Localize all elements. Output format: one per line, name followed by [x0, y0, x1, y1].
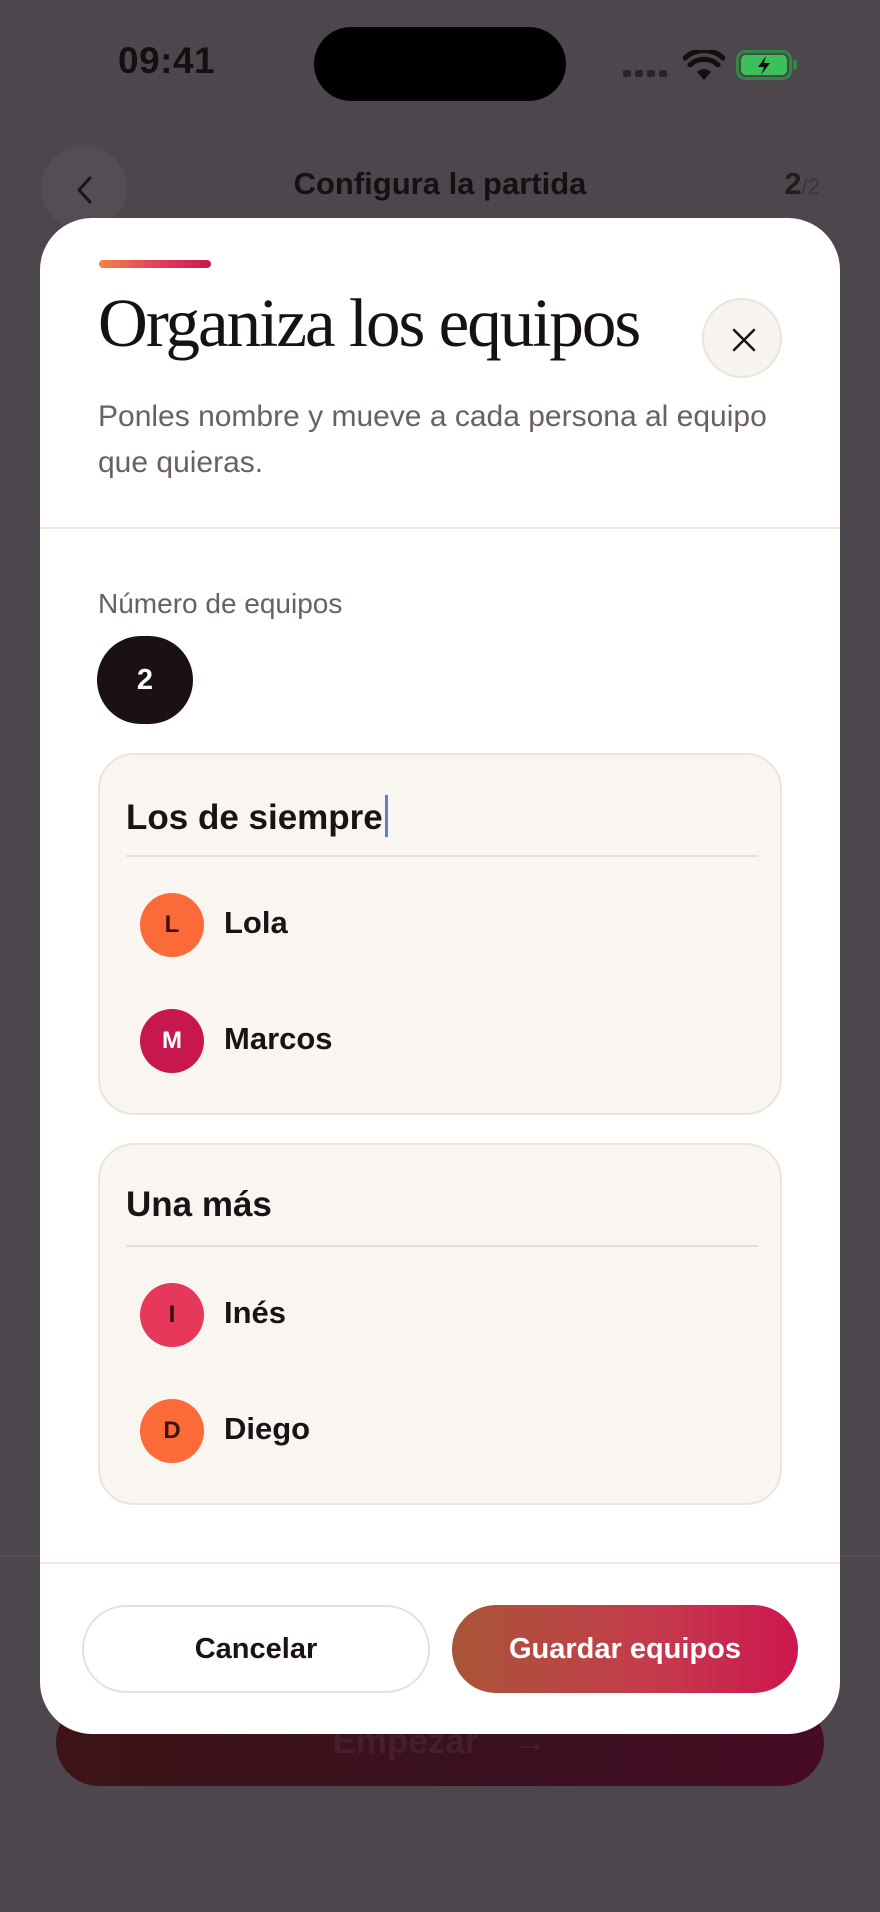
team-divider [126, 855, 758, 857]
avatar: L [140, 893, 204, 957]
avatar: M [140, 1009, 204, 1073]
text-caret [384, 795, 388, 837]
team-name-input[interactable]: Una más [126, 1185, 272, 1225]
battery-charging-icon [736, 50, 797, 80]
save-teams-button[interactable]: Guardar equipos [452, 1605, 798, 1693]
accent-bar [99, 260, 211, 268]
team-divider [126, 1245, 758, 1247]
status-time: 09:41 [118, 40, 216, 81]
avatar: D [140, 1399, 204, 1463]
step-indicator: 2/2 [784, 166, 820, 201]
wifi-icon [683, 50, 725, 80]
sheet-title: Organiza los equipos [98, 285, 641, 361]
member-row[interactable]: L Lola [140, 893, 740, 957]
member-name: Marcos [224, 1021, 333, 1056]
status-bar: 09:41 [0, 0, 880, 130]
member-row[interactable]: M Marcos [140, 1009, 740, 1073]
sheet-subtitle: Ponles nombre y mueve a cada persona al … [98, 400, 767, 479]
member-name: Diego [224, 1411, 311, 1446]
team-card: Los de siempre L Lola M Marcos [98, 753, 782, 1115]
background-header: Configura la partida 2/2 [0, 140, 880, 232]
signal-icon [623, 70, 669, 78]
team-card: Una más I Inés D Diego [98, 1143, 782, 1505]
avatar: I [140, 1283, 204, 1347]
team-count-label: Número de equipos [98, 588, 343, 619]
member-name: Inés [224, 1295, 287, 1330]
header-divider [40, 527, 840, 529]
cancel-button[interactable]: Cancelar [82, 1605, 430, 1693]
member-name: Lola [224, 905, 288, 940]
member-row[interactable]: D Diego [140, 1399, 740, 1463]
team-organizer-sheet: Organiza los equipos Ponles nombre y mue… [40, 218, 840, 1734]
close-icon [732, 328, 756, 352]
close-button[interactable] [702, 298, 782, 378]
team-name-input[interactable]: Los de siempre [126, 795, 388, 838]
page-title: Configura la partida [293, 166, 587, 201]
dynamic-island [314, 27, 566, 101]
member-row[interactable]: I Inés [140, 1283, 740, 1347]
team-count-chip[interactable]: 2 [97, 636, 193, 724]
footer-divider [40, 1562, 840, 1564]
